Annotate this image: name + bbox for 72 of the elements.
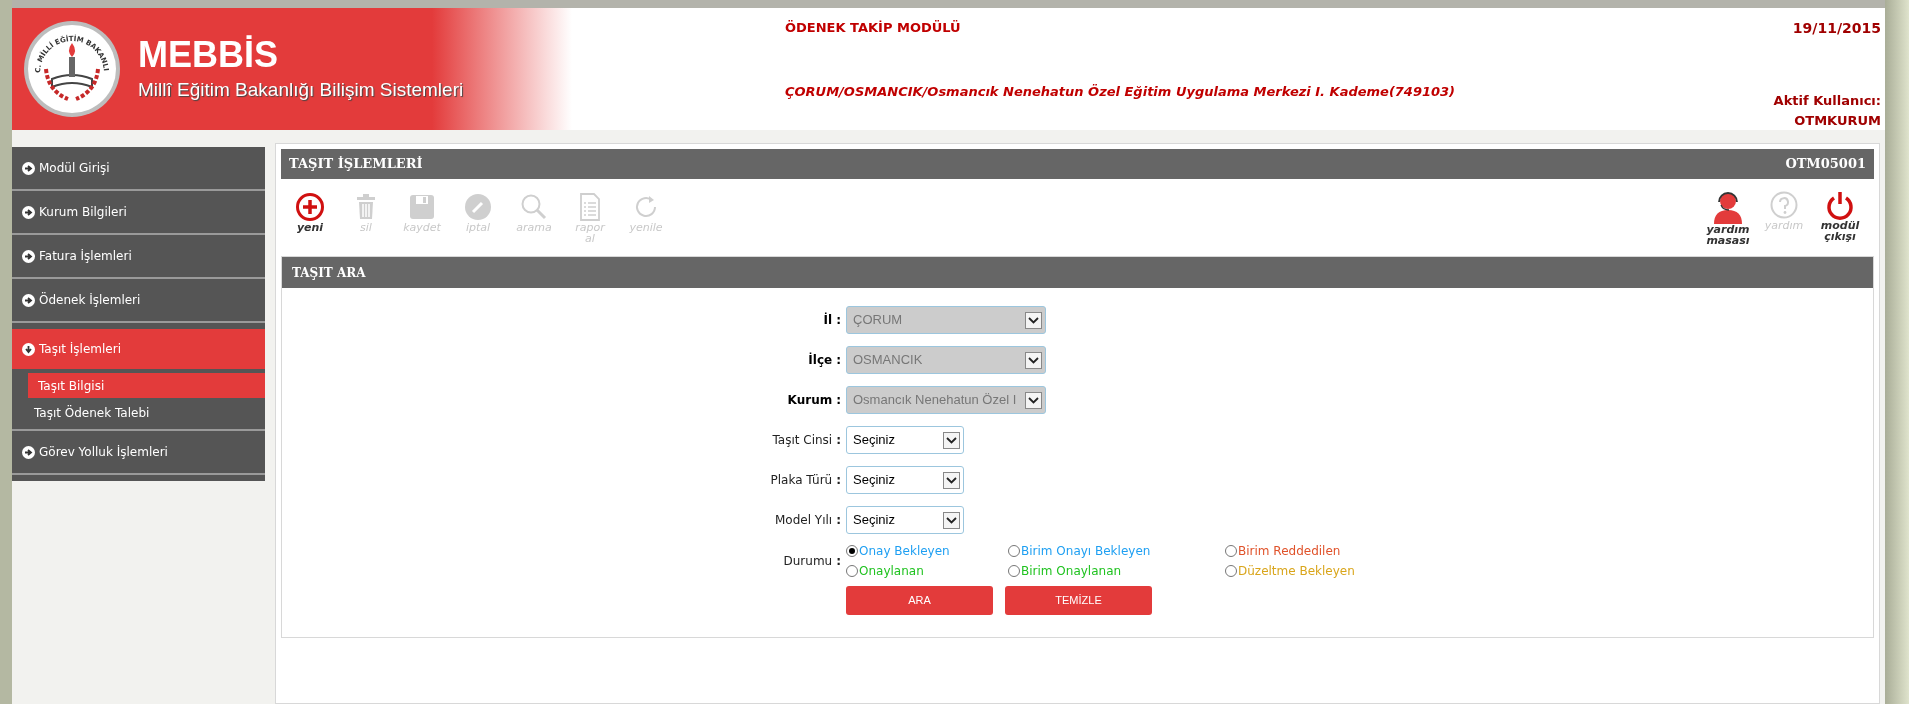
toolbar-button[interactable]: yardım masası xyxy=(1706,189,1750,246)
panel-title: TAŞIT İŞLEMLERİ xyxy=(289,155,423,174)
status-option-label[interactable]: Birim Reddedilen xyxy=(1238,542,1341,560)
headset-person-icon xyxy=(1711,189,1745,224)
sidebar-item[interactable]: Ödenek İşlemleri xyxy=(12,279,265,323)
field-label: Model Yılı xyxy=(775,512,833,529)
colon-mark: : xyxy=(836,553,841,570)
form-button[interactable]: TEMİZLE xyxy=(1005,586,1152,615)
module-title: ÖDENEK TAKİP MODÜLÜ xyxy=(785,19,962,37)
sidebar-item[interactable]: Fatura İşlemleri xyxy=(12,235,265,279)
right-arrow-icon xyxy=(22,205,35,219)
brand-name: MEBBİS xyxy=(138,33,279,76)
caret-icon xyxy=(943,471,960,489)
status-option-label[interactable]: Birim Onaylanan xyxy=(1021,562,1122,580)
field-label: Plaka Türü xyxy=(770,472,833,489)
dropdown-field: OSMANCIK xyxy=(846,346,1046,374)
user-label: Aktif Kullanıcı: xyxy=(1773,92,1881,110)
right-arrow-icon xyxy=(22,161,35,175)
sidebar-subitem[interactable]: Taşıt Bilgisi xyxy=(28,373,265,398)
toolbar-button[interactable]: yeni xyxy=(287,191,333,244)
radio-button[interactable] xyxy=(1008,545,1020,557)
screen-code: OTM05001 xyxy=(1785,155,1866,174)
institution-path: ÇORUM/OSMANCIK/Osmancık Nenehatun Özel Eğitim Uygulama Merkezi I. Kademe(749103) xyxy=(785,82,1457,101)
brand-subtitle: Millî Eğitim Bakanlığı Bilişim Sistemleri xyxy=(138,77,464,102)
status-option-label[interactable]: Birim Onayı Bekleyen xyxy=(1021,542,1151,560)
colon-mark: : xyxy=(836,432,841,449)
section-title: TAŞIT ARA xyxy=(292,264,366,282)
colon-mark: : xyxy=(836,352,841,369)
sidebar-item[interactable]: Taşıt İşlemleri xyxy=(12,329,265,369)
pencil-circle-icon xyxy=(463,191,493,222)
help-icon xyxy=(1769,189,1799,220)
dropdown-field: Osmancık Nenehatun Özel I xyxy=(846,386,1046,414)
dropdown-field[interactable]: Seçiniz xyxy=(846,506,964,534)
field-label: Kurum xyxy=(787,392,833,409)
sidebar-item[interactable]: Kurum Bilgileri xyxy=(12,191,265,235)
field-label: Durumu xyxy=(783,553,833,570)
radio-button[interactable] xyxy=(1225,565,1237,577)
caret-icon xyxy=(943,511,960,529)
dropdown-field[interactable]: Seçiniz xyxy=(846,466,964,494)
field-label: İl xyxy=(823,311,833,329)
date-text: 19/11/2015 xyxy=(1792,19,1881,38)
down-arrow-icon xyxy=(22,342,35,356)
sidebar-subitem[interactable]: Taşıt Ödenek Talebi xyxy=(12,400,265,425)
caret-icon xyxy=(1025,311,1042,329)
caret-icon xyxy=(1025,391,1042,409)
status-option-label[interactable]: Onay Bekleyen xyxy=(859,542,950,560)
status-option-label[interactable]: Düzeltme Bekleyen xyxy=(1238,562,1355,580)
user-name: OTMKURUM xyxy=(1794,111,1881,130)
radio-button[interactable] xyxy=(1225,545,1237,557)
dropdown-field[interactable]: Seçiniz xyxy=(846,426,964,454)
colon-mark: : xyxy=(836,312,841,329)
form-button[interactable]: ARA xyxy=(846,586,993,615)
power-icon xyxy=(1825,189,1855,220)
right-arrow-icon xyxy=(22,293,35,307)
colon-mark: : xyxy=(836,512,841,529)
radio-button[interactable] xyxy=(1008,565,1020,577)
right-arrow-icon xyxy=(22,249,35,263)
right-arrow-icon xyxy=(22,445,35,459)
caret-icon xyxy=(943,431,960,449)
sidebar-item[interactable]: Modül Girişi xyxy=(12,147,265,191)
plus-circle-icon xyxy=(295,191,325,222)
radio-button[interactable] xyxy=(846,565,858,577)
sidebar-item[interactable]: Görev Yolluk İşlemleri xyxy=(12,431,265,475)
colon-mark: : xyxy=(836,392,841,409)
status-option-label[interactable]: Onaylanan xyxy=(859,562,924,580)
dropdown-field: ÇORUM xyxy=(846,306,1046,334)
toolbar-button[interactable]: modül çıkışı xyxy=(1818,189,1862,246)
field-label: İlçe xyxy=(808,351,833,369)
colon-mark: : xyxy=(836,472,841,489)
field-label: Taşıt Cinsi xyxy=(772,432,833,449)
caret-icon xyxy=(1025,351,1042,369)
radio-button[interactable] xyxy=(846,545,858,557)
